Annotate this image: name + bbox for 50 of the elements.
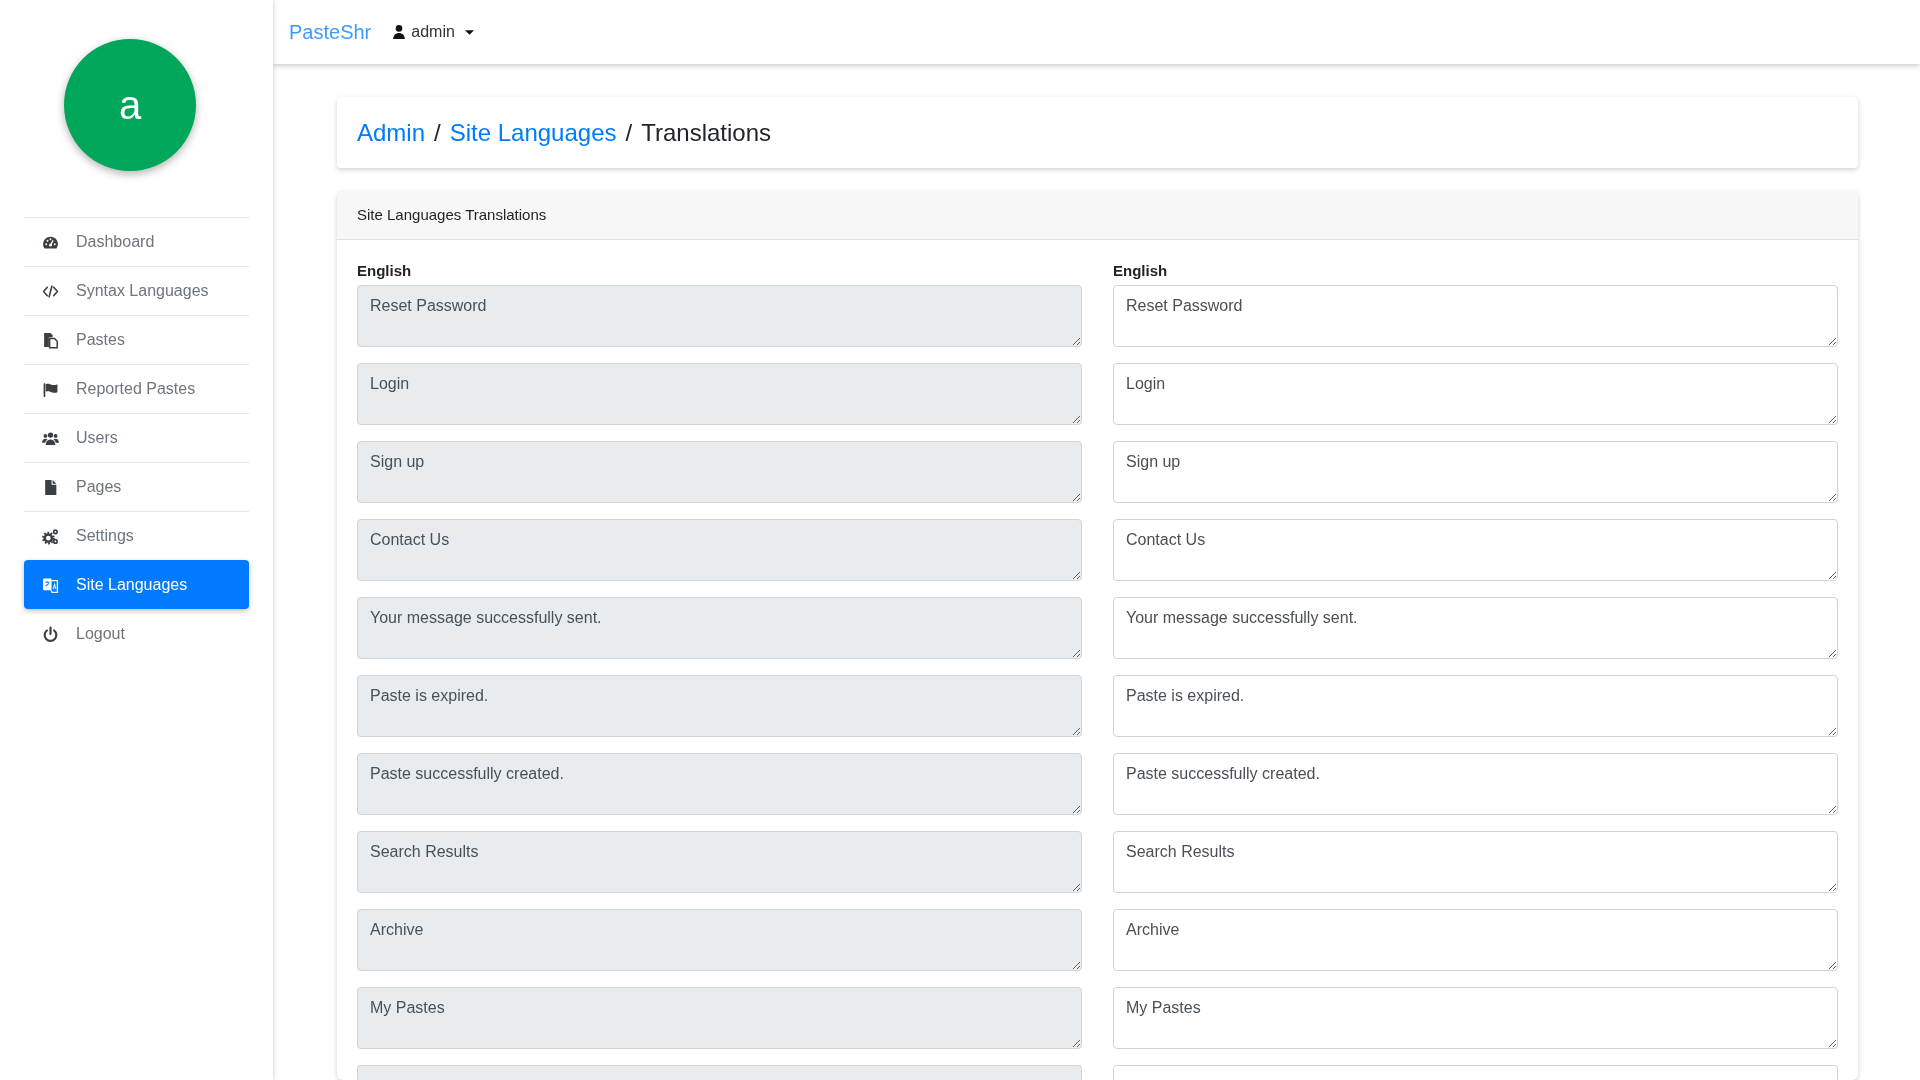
gears-icon [42, 527, 59, 545]
source-textarea[interactable]: Contact Us [357, 519, 1082, 581]
column-label: English [1113, 261, 1169, 281]
translation-textarea[interactable]: Archive [1113, 909, 1838, 971]
translation-textarea[interactable]: Contact Us [1113, 519, 1838, 581]
translation-textarea[interactable]: My Pastes [1113, 987, 1838, 1049]
breadcrumb-separator: / [434, 118, 441, 148]
source-textarea[interactable] [357, 1065, 1082, 1080]
user-icon [393, 25, 406, 39]
sidebar-item[interactable]: Dashboard [24, 217, 249, 266]
copy-icon [42, 331, 59, 349]
translation-textarea[interactable]: Reset Password [1113, 285, 1838, 347]
translation-textarea[interactable]: Search Results [1113, 831, 1838, 893]
user-avatar: a [64, 39, 196, 171]
source-textarea[interactable]: Your message successfully sent. [357, 597, 1082, 659]
translation-textarea[interactable]: Login [1113, 363, 1838, 425]
sidebar-item[interactable]: Logout [24, 609, 249, 658]
source-textarea[interactable]: Archive [357, 909, 1082, 971]
translation-textarea[interactable]: Paste successfully created. [1113, 753, 1838, 815]
source-textarea[interactable]: My Pastes [357, 987, 1082, 1049]
translation-textarea[interactable]: Your message successfully sent. [1113, 597, 1838, 659]
users-icon [42, 429, 59, 447]
translation-textarea[interactable] [1113, 1065, 1838, 1080]
power-icon [42, 625, 59, 643]
sidebar-item[interactable]: Pastes [24, 315, 249, 364]
file-icon [42, 478, 59, 496]
breadcrumb-link[interactable]: Admin [357, 117, 426, 148]
source-textarea[interactable]: Reset Password [357, 285, 1082, 347]
source-textarea[interactable]: Search Results [357, 831, 1082, 893]
source-textarea[interactable]: Sign up [357, 441, 1082, 503]
panel-title: Site Languages Translations [357, 206, 547, 223]
breadcrumb-current: Translations [641, 118, 772, 148]
translation-textarea[interactable]: Sign up [1113, 441, 1838, 503]
breadcrumb-link[interactable]: Site Languages [449, 117, 617, 148]
source-textarea[interactable]: Paste successfully created. [357, 753, 1082, 815]
flag-icon [42, 380, 59, 398]
sidebar-item[interactable]: Pages [24, 462, 249, 511]
breadcrumb-separator: / [625, 118, 633, 148]
sidebar-item[interactable]: Users [24, 413, 249, 462]
translation-textarea[interactable]: Paste is expired. [1113, 675, 1838, 737]
column-label: English [357, 261, 413, 281]
source-textarea[interactable]: Login [357, 363, 1082, 425]
caret-icon [464, 29, 474, 35]
sidebar-item[interactable]: Syntax Languages [24, 266, 249, 315]
code-icon [42, 282, 59, 300]
source-textarea[interactable]: Paste is expired. [357, 675, 1082, 737]
sidebar-item[interactable]: Site Languages [24, 560, 249, 609]
translate-icon [42, 576, 59, 594]
sidebar-item[interactable]: Reported Pastes [24, 364, 249, 413]
user-menu-button[interactable]: admin [393, 16, 474, 48]
